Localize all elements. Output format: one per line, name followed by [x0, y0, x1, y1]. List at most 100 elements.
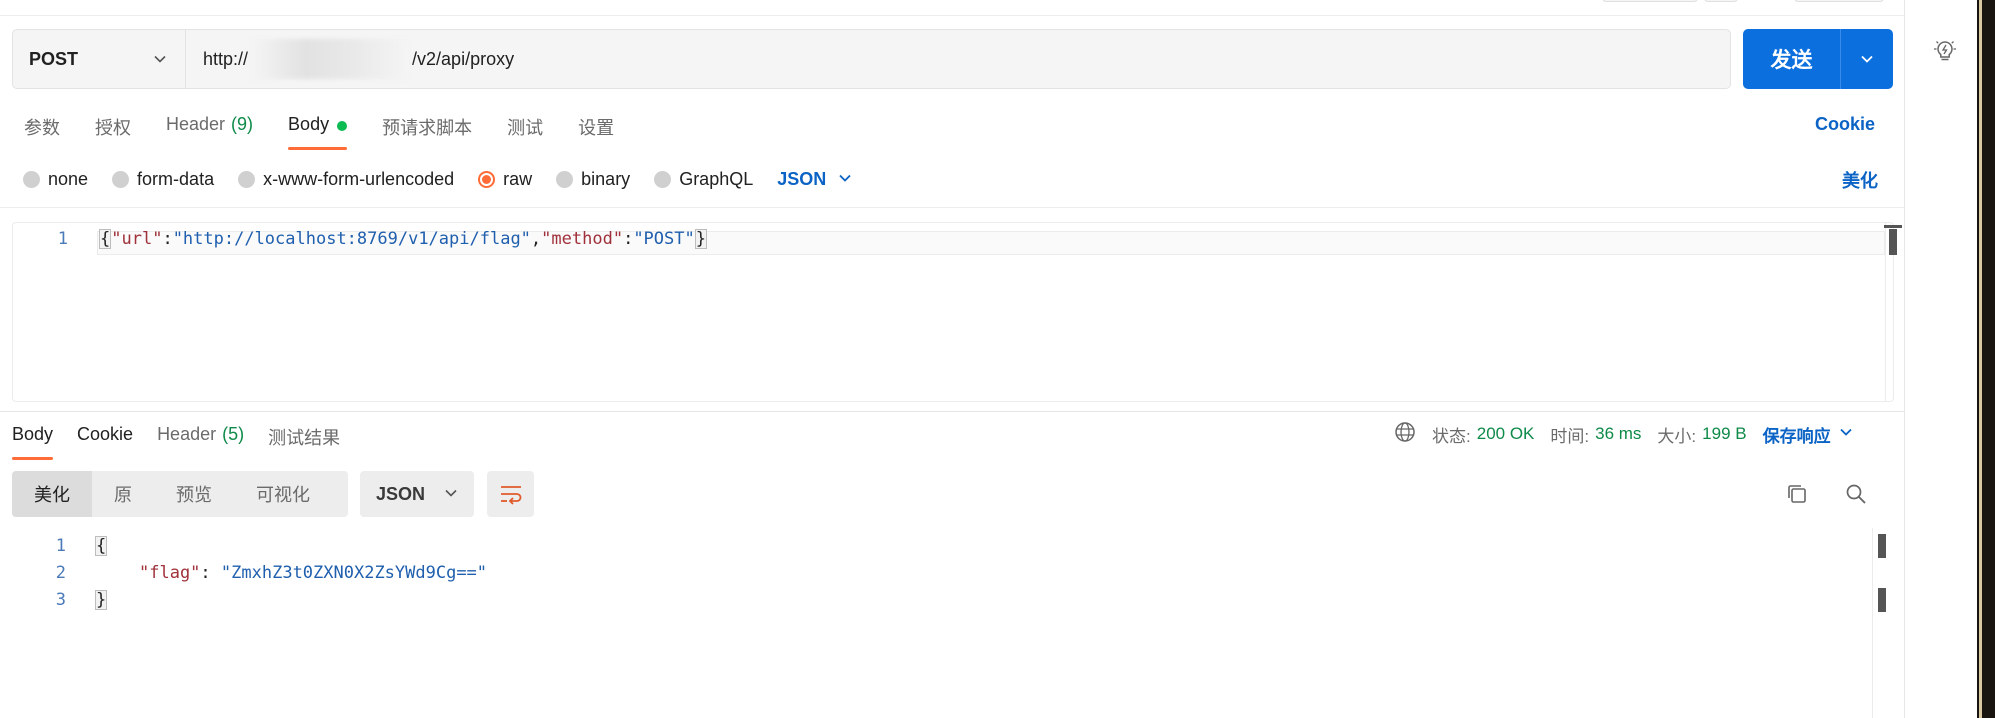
bracket: { — [95, 536, 108, 556]
tab-label: 测试 — [507, 118, 544, 138]
radio-button[interactable] — [654, 170, 672, 188]
radio-button-selected[interactable] — [478, 170, 496, 188]
radio-label: x-www-form-urlencoded — [263, 168, 455, 189]
beautify-button[interactable]: 美化 — [1842, 167, 1878, 193]
colon: : — [200, 563, 211, 583]
response-body-viewer[interactable]: 1 2 3 { "flag": "ZmxhZ3t0ZXN0X2ZsYWd9Cg=… — [0, 528, 1904, 718]
radio-label: none — [48, 168, 89, 189]
radio-label: raw — [503, 168, 533, 189]
body-type-binary[interactable]: binary — [556, 169, 630, 190]
scrollbar-thumb[interactable] — [1889, 229, 1897, 255]
scrollbar-thumb[interactable] — [1878, 588, 1886, 612]
line-number: 1 — [55, 536, 66, 556]
tab-label: 授权 — [95, 118, 131, 138]
body-type-urlencoded[interactable]: x-www-form-urlencoded — [238, 169, 454, 190]
code-line: { — [95, 536, 108, 556]
chevron-down-icon — [154, 55, 166, 63]
chevron-down-icon — [838, 169, 852, 190]
method-label: POST — [29, 48, 79, 69]
body-indicator-dot — [337, 121, 348, 131]
tab-label: 预请求脚本 — [382, 118, 473, 138]
tab-body[interactable]: Body — [288, 112, 348, 152]
background-window-edge — [1977, 0, 1995, 718]
globe-icon[interactable] — [1394, 421, 1416, 448]
tab-label: Body — [288, 114, 330, 134]
body-type-none[interactable]: none — [23, 169, 88, 190]
response-format-select[interactable]: JSON — [360, 471, 474, 517]
view-mode-group: 美化 原 预览 可视化 — [12, 471, 348, 517]
radio-label: GraphQL — [679, 168, 754, 189]
json-key: "flag" — [139, 563, 201, 583]
tab-pre-request-script[interactable]: 预请求脚本 — [382, 112, 472, 152]
bracket: } — [95, 590, 108, 610]
request-body-editor[interactable]: 1 {"url":"http://localhost:8769/v1/api/f… — [12, 222, 1902, 402]
radio-button[interactable] — [23, 170, 40, 188]
tab-label: Header — [157, 424, 217, 444]
lightbulb-icon[interactable] — [1930, 36, 1960, 71]
tab-params[interactable]: 参数 — [24, 112, 60, 152]
method-select[interactable]: POST — [13, 30, 186, 88]
tab-response-cookies[interactable]: Cookie — [77, 422, 133, 462]
top-strip-button[interactable] — [1704, 0, 1738, 2]
tab-response-body[interactable]: Body — [12, 422, 54, 462]
search-icon[interactable] — [1845, 483, 1867, 510]
tab-label: Body — [12, 424, 54, 444]
view-mode-raw[interactable]: 原 — [92, 471, 154, 517]
save-response-button[interactable]: 保存响应 — [1763, 422, 1853, 447]
body-format-label: JSON — [777, 168, 827, 189]
json-value: "http://localhost:8769/v1/api/flag" — [172, 229, 531, 249]
send-options-button[interactable] — [1841, 29, 1893, 89]
body-type-raw[interactable]: raw — [478, 169, 532, 190]
tab-headers[interactable]: Header (9) — [166, 112, 253, 152]
colon: : — [162, 229, 173, 249]
tab-count: (5) — [222, 424, 245, 444]
radio-button[interactable] — [556, 170, 574, 188]
scrollbar-thumb[interactable] — [1878, 534, 1886, 558]
body-type-selector: none form-data x-www-form-urlencoded raw… — [23, 166, 852, 192]
tab-label: 测试结果 — [268, 428, 341, 448]
view-mode-visualize[interactable]: 可视化 — [234, 471, 332, 517]
chevron-down-icon — [444, 484, 458, 505]
body-type-graphql[interactable]: GraphQL — [654, 169, 753, 190]
top-strip-button[interactable] — [1794, 0, 1884, 2]
tab-label: 参数 — [24, 118, 60, 138]
radio-button[interactable] — [238, 170, 256, 188]
tab-response-headers[interactable]: Header (5) — [157, 422, 244, 462]
json-key: "method" — [541, 229, 624, 249]
body-format-select[interactable]: JSON — [777, 169, 852, 190]
size-value[interactable]: 199 B — [1702, 424, 1746, 444]
response-format-label: JSON — [376, 483, 426, 504]
tab-test-results[interactable]: 测试结果 — [268, 422, 340, 462]
size-label: 大小: — [1657, 426, 1697, 446]
response-tabs: Body Cookie Header (5) 测试结果 — [12, 422, 364, 462]
status-value[interactable]: 200 OK — [1477, 424, 1535, 444]
json-value[interactable]: "ZmxhZ3t0ZXN0X2ZsYWd9Cg==" — [221, 563, 487, 583]
tab-tests[interactable]: 测试 — [507, 112, 543, 152]
comma: , — [530, 229, 542, 249]
body-type-form-data[interactable]: form-data — [112, 169, 214, 190]
send-label: 发送 — [1743, 29, 1841, 89]
cookies-link[interactable]: Cookie — [1815, 114, 1875, 135]
line-number: 1 — [57, 229, 68, 249]
scrollbar-thumb[interactable] — [1884, 225, 1902, 228]
line-number: 2 — [55, 563, 66, 583]
tab-settings[interactable]: 设置 — [578, 112, 614, 152]
json-key: "url" — [111, 229, 163, 249]
tab-auth[interactable]: 授权 — [95, 112, 131, 152]
bracket: { — [99, 229, 112, 249]
colon: : — [623, 229, 634, 249]
time-value[interactable]: 36 ms — [1595, 424, 1641, 444]
wrap-lines-button[interactable] — [487, 471, 534, 517]
url-prefix: http:// — [203, 48, 249, 69]
divider — [0, 207, 1904, 208]
tab-label: Cookie — [77, 424, 134, 444]
top-strip-button[interactable] — [1602, 0, 1698, 2]
view-mode-pretty[interactable]: 美化 — [12, 471, 92, 517]
view-mode-preview[interactable]: 预览 — [154, 471, 234, 517]
redacted-host — [250, 39, 411, 79]
url-input[interactable]: http:// /v2/api/proxy — [186, 30, 1730, 88]
copy-icon[interactable] — [1786, 483, 1808, 510]
radio-button[interactable] — [112, 170, 130, 188]
send-button[interactable]: 发送 — [1743, 29, 1893, 89]
bracket: } — [694, 229, 707, 249]
